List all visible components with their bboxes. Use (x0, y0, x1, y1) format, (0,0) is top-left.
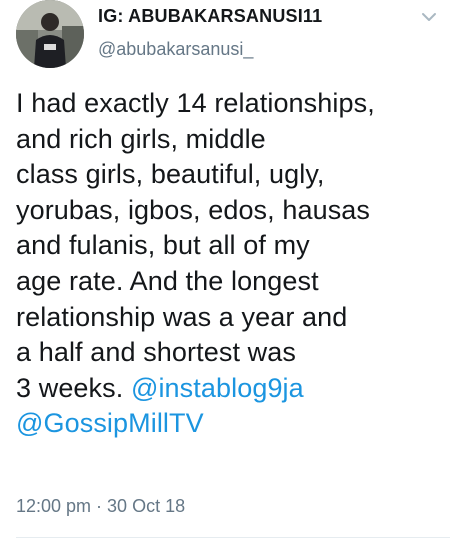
tweet-line: I had exactly 14 relationships, (16, 88, 375, 118)
mention-link-instablog9ja[interactable]: @instablog9ja (131, 373, 304, 403)
tweet-line-mention: @GossipMillTV (16, 406, 436, 442)
tweet-line-with-mention: 3 weeks. @instablog9ja (16, 371, 436, 407)
tweet-line: yorubas, igbos, edos, hausas (16, 194, 371, 225)
user-handle[interactable]: @abubakarsanusi_ (98, 39, 253, 60)
tweet-line: class girls, beautiful, ugly, (16, 159, 325, 190)
tweet-line: a half and shortest was (16, 337, 296, 368)
tweet-line: 3 weeks. (16, 372, 131, 403)
display-name[interactable]: IG: ABUBAKARSANUSI11 (98, 6, 322, 27)
tweet-line: and fulanis, but all of my (16, 230, 310, 261)
tweet-timestamp[interactable]: 12:00 pm · 30 Oct 18 (16, 496, 185, 517)
tweet-card: IG: ABUBAKARSANUSI11 @abubakarsanusi_ I … (0, 0, 450, 545)
avatar[interactable] (16, 0, 84, 68)
profile-photo-icon (16, 0, 84, 68)
tweet-text: I had exactly 14 relationships, and rich… (16, 86, 436, 442)
divider (16, 537, 450, 538)
tweet-line: and rich girls, middle (16, 123, 266, 154)
tweet-line: relationship was a year and (16, 301, 348, 332)
tweet-line: age rate. And the longest (16, 265, 319, 296)
chevron-down-icon[interactable] (420, 10, 438, 24)
mention-link-gossipmilltv[interactable]: @GossipMillTV (16, 408, 204, 438)
